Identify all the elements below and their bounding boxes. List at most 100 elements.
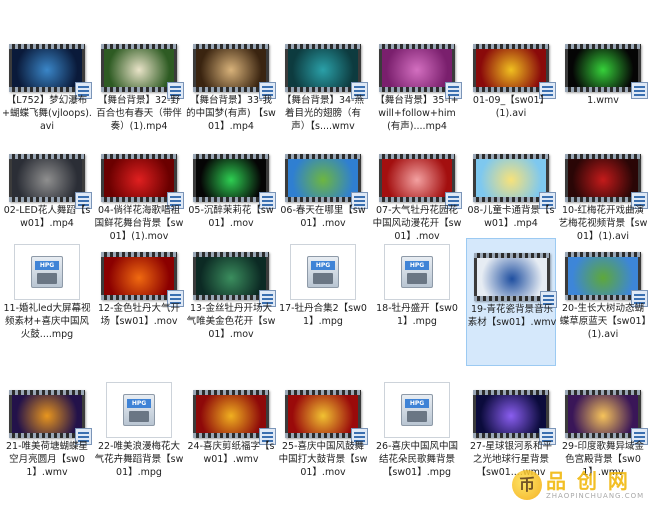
file-item[interactable]: 01-09_【sw01】(1).avi xyxy=(466,30,556,158)
video-film-icon xyxy=(474,253,557,308)
file-name: 【L752】梦幻瀑布+蝴蝶飞舞(vjloops).avi xyxy=(2,95,92,132)
file-thumbnail xyxy=(191,140,276,209)
file-grid: 【L752】梦幻瀑布+蝴蝶飞舞(vjloops).avi 【舞台背景】32-野百合… xyxy=(0,0,650,510)
video-film-icon xyxy=(473,154,556,209)
file-thumbnail: HPG xyxy=(283,238,363,300)
file-thumbnail xyxy=(191,238,276,307)
file-name: 06-春天在哪里【sw01】.mov xyxy=(280,205,366,229)
file-name: 24-喜庆剪纸福字【sw01】.wmv xyxy=(187,441,275,465)
file-name: 1.wmv xyxy=(587,95,619,106)
watermark-logo: 币 xyxy=(512,470,542,500)
file-item[interactable]: 20-生长大树动态蝴蝶草原蓝天【sw01】(1).avi xyxy=(558,238,648,366)
file-thumbnail xyxy=(283,30,368,99)
file-name: 22-唯美浪漫梅花大气花卉舞蹈背景【sw01】.mpg xyxy=(94,441,184,478)
watermark: 币 品 创 网 ZHAOPINCHUANG.COM xyxy=(512,460,650,510)
file-thumbnail xyxy=(472,239,557,308)
file-thumbnail xyxy=(471,140,556,209)
file-item[interactable]: 19-青花瓷背景音乐素材【sw01】.wmv xyxy=(466,238,557,366)
file-item[interactable]: 24-喜庆剪纸福字【sw01】.wmv xyxy=(186,376,276,504)
mpg-file-icon: HPG xyxy=(14,244,80,300)
file-thumbnail xyxy=(283,140,368,209)
video-film-icon xyxy=(285,44,368,99)
file-item[interactable]: 13-金丝牡丹开场大气唯美金色花开【sw01】.mov xyxy=(186,238,276,366)
file-item[interactable]: 【舞台背景】34-燕着目光的翅膀（有声）【s....wmv xyxy=(278,30,368,158)
file-thumbnail xyxy=(99,140,184,209)
video-film-icon xyxy=(285,154,368,209)
file-name: 【舞台背景】34-燕着目光的翅膀（有声）【s....wmv xyxy=(281,95,365,132)
watermark-subtitle: ZHAOPINCHUANG.COM xyxy=(546,492,645,500)
video-film-icon xyxy=(101,154,184,209)
file-name: 12-金色牡丹大气开场【sw01】.mov xyxy=(97,303,181,327)
file-item[interactable]: 1.wmv xyxy=(558,30,648,158)
video-film-icon xyxy=(101,252,184,307)
file-item[interactable]: 21-唯美荷塘蝴蝶星空月亮圆月【sw01】.wmv xyxy=(2,376,92,504)
mpg-file-icon: HPG xyxy=(106,382,172,438)
file-thumbnail: HPG xyxy=(7,238,87,300)
file-type-tag: HPG xyxy=(311,261,335,270)
file-item[interactable]: 【舞台背景】35-I+will+follow+him(有声)....mp4 xyxy=(372,30,462,158)
file-thumbnail xyxy=(563,376,648,445)
file-name: 21-唯美荷塘蝴蝶星空月亮圆月【sw01】.wmv xyxy=(5,441,89,478)
file-item[interactable]: 【舞台背景】32-野百合也有春天（带伴奏）(1).mp4 xyxy=(94,30,184,158)
file-type-tag: HPG xyxy=(35,261,59,270)
file-item[interactable]: HPG 17-牡丹合集2【sw01】.mpg xyxy=(278,238,368,366)
file-name: 18-牡丹盛开【sw01】.mpg xyxy=(376,303,458,327)
file-name: 【舞台背景】35-I+will+follow+him(有声)....mp4 xyxy=(375,95,459,132)
file-type-tag: HPG xyxy=(405,261,429,270)
file-name: 【舞台背景】32-野百合也有春天（带伴奏）(1).mp4 xyxy=(96,95,182,132)
video-film-icon xyxy=(101,44,184,99)
file-item[interactable]: HPG 22-唯美浪漫梅花大气花卉舞蹈背景【sw01】.mpg xyxy=(94,376,184,504)
file-thumbnail xyxy=(7,140,92,209)
file-item[interactable]: HPG 18-牡丹盛开【sw01】.mpg xyxy=(372,238,462,366)
file-thumbnail xyxy=(471,376,556,445)
file-thumbnail: HPG xyxy=(99,376,179,438)
file-name: 【舞台背景】33-我的中国梦(有声) 【sw01】.mp4 xyxy=(186,95,276,132)
video-film-icon xyxy=(9,154,92,209)
file-type-tag: HPG xyxy=(127,399,151,408)
file-name: 20-生长大树动态蝴蝶草原蓝天【sw01】(1).avi xyxy=(559,303,647,340)
file-thumbnail xyxy=(377,30,462,99)
file-thumbnail xyxy=(563,140,648,209)
file-name: 19-青花瓷背景音乐素材【sw01】.wmv xyxy=(467,304,557,328)
mpg-file-icon: HPG xyxy=(384,244,450,300)
video-film-icon xyxy=(9,390,92,445)
video-film-icon xyxy=(9,44,92,99)
file-thumbnail xyxy=(99,238,184,307)
file-thumbnail: HPG xyxy=(377,376,457,438)
watermark-title: 品 创 网 xyxy=(546,469,630,493)
file-thumbnail xyxy=(377,140,462,209)
mpg-file-icon: HPG xyxy=(384,382,450,438)
file-item[interactable]: HPG 26-喜庆中国风中国结花朵民歌舞背景【sw01】.mpg xyxy=(372,376,462,504)
video-film-icon xyxy=(473,44,556,99)
file-name: 01-09_【sw01】(1).avi xyxy=(472,95,550,119)
file-name: 11-婚礼led大屏幕视频素材+喜庆中国风火鼓....mpg xyxy=(3,303,91,340)
video-film-icon xyxy=(565,252,648,307)
file-name: 17-牡丹合集2【sw01】.mpg xyxy=(279,303,367,327)
file-name: 08-儿童卡通背景【sw01】.mp4 xyxy=(467,205,555,229)
file-item[interactable]: 25-喜庆中国风鼓舞中国打大鼓背景【sw01】.mov xyxy=(278,376,368,504)
file-name: 26-喜庆中国风中国结花朵民歌舞背景【sw01】.mpg xyxy=(375,441,459,478)
video-film-icon xyxy=(193,44,276,99)
video-film-icon xyxy=(285,390,368,445)
file-thumbnail xyxy=(99,30,184,99)
video-film-icon xyxy=(193,154,276,209)
file-type-tag: HPG xyxy=(405,399,429,408)
video-film-icon xyxy=(193,390,276,445)
video-film-icon xyxy=(379,154,462,209)
file-item[interactable]: 【L752】梦幻瀑布+蝴蝶飞舞(vjloops).avi xyxy=(2,30,92,158)
file-item[interactable]: HPG 11-婚礼led大屏幕视频素材+喜庆中国风火鼓....mpg xyxy=(2,238,92,366)
video-film-icon xyxy=(565,44,648,99)
file-thumbnail xyxy=(191,30,276,99)
file-thumbnail xyxy=(283,376,368,445)
file-item[interactable]: 【舞台背景】33-我的中国梦(有声) 【sw01】.mp4 xyxy=(186,30,276,158)
video-film-icon xyxy=(473,390,556,445)
file-thumbnail xyxy=(563,238,648,307)
file-name: 25-喜庆中国风鼓舞中国打大鼓背景【sw01】.mov xyxy=(278,441,368,478)
file-thumbnail: HPG xyxy=(377,238,457,300)
file-item[interactable]: 12-金色牡丹大气开场【sw01】.mov xyxy=(94,238,184,366)
file-thumbnail xyxy=(7,30,92,99)
file-thumbnail xyxy=(7,376,92,445)
file-name: 05-沉醉茉莉花【sw01】.mov xyxy=(188,205,274,229)
mpg-file-icon: HPG xyxy=(290,244,356,300)
video-film-icon xyxy=(565,154,648,209)
